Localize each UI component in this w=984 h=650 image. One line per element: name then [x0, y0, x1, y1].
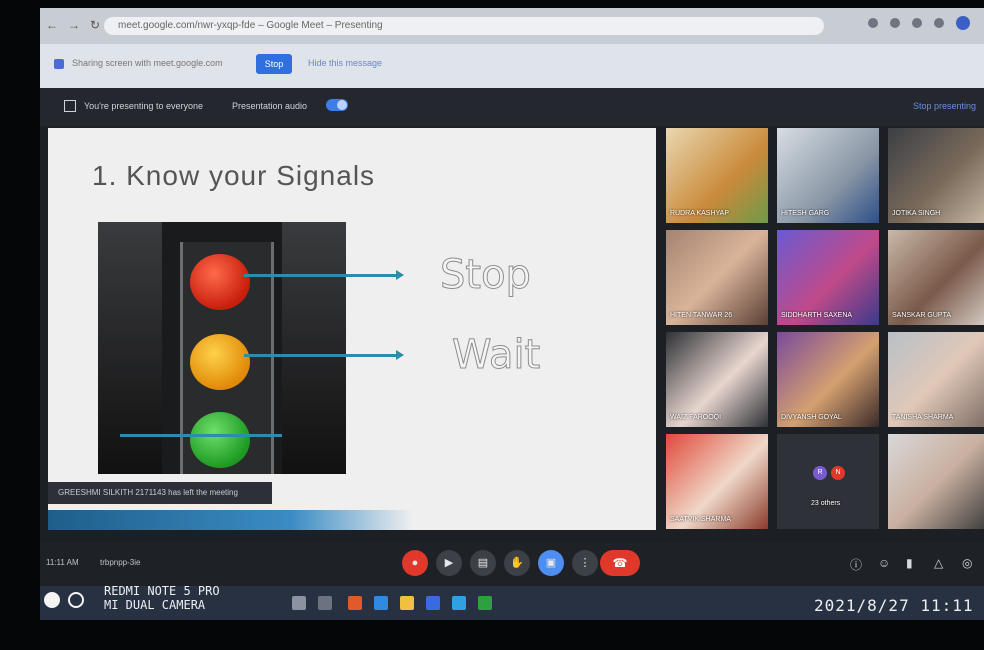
- host-controls-icon[interactable]: ◎: [962, 556, 972, 570]
- forward-icon[interactable]: →: [68, 18, 80, 32]
- hide-message-link[interactable]: Hide this message: [308, 58, 382, 68]
- photo-frame: ← → ↻ meet.google.com/nwr-yxqp-fde – Goo…: [0, 0, 984, 650]
- back-icon[interactable]: ←: [46, 18, 58, 32]
- nav-buttons: ← → ↻: [46, 18, 100, 32]
- meeting-code: trbpnpp-3ie: [100, 558, 141, 567]
- puzzle-icon[interactable]: [912, 18, 922, 28]
- participant-name: SAATVIK SHARMA: [670, 516, 731, 523]
- go-arrow: [120, 434, 282, 437]
- traffic-light-right-panel: [282, 222, 346, 474]
- participant-tile-1[interactable]: RUDRA KASHYAP: [666, 128, 768, 223]
- reload-icon[interactable]: ↻: [90, 18, 100, 32]
- stop-presenting-button[interactable]: Stop presenting: [913, 101, 976, 111]
- others-count: 23 others: [811, 500, 841, 507]
- meeting-time: 11:11 AM: [46, 558, 79, 567]
- participant-tile-2[interactable]: HITESH GARG: [777, 128, 879, 223]
- participant-tile-12[interactable]: [888, 434, 984, 529]
- presentation-audio-toggle[interactable]: [326, 99, 348, 111]
- participant-tile-9[interactable]: TANISHA SHARMA: [888, 332, 984, 427]
- participant-name: WAIZ FAROOQI: [670, 414, 722, 421]
- store-icon[interactable]: [426, 596, 440, 610]
- people-icon[interactable]: ☺: [878, 556, 890, 570]
- camera-dot-icon: [68, 592, 85, 608]
- task-view-icon[interactable]: [318, 596, 332, 610]
- participant-tile-10[interactable]: SAATVIK SHARMA: [666, 434, 768, 529]
- participant-name: HITEN TANWAR 26: [670, 312, 733, 319]
- present-button[interactable]: ▣: [538, 550, 564, 576]
- participant-name: RUDRA KASHYAP: [670, 210, 729, 217]
- participant-tile-5[interactable]: SIDDHARTH SAXENA: [777, 230, 879, 325]
- app-icon[interactable]: [348, 596, 362, 610]
- address-row: ← → ↻ meet.google.com/nwr-yxqp-fde – Goo…: [40, 8, 984, 44]
- laptop-screen: ← → ↻ meet.google.com/nwr-yxqp-fde – Goo…: [40, 8, 984, 620]
- file-explorer-icon[interactable]: [400, 596, 414, 610]
- wait-arrow: [244, 350, 404, 360]
- presentation-audio-label: Presentation audio: [232, 101, 308, 111]
- camera-mode-dots: [44, 592, 88, 613]
- camera-watermark: REDMI NOTE 5 PRO MI DUAL CAMERA: [104, 584, 220, 612]
- screen-share-infobar: Sharing screen with meet.google.com Stop…: [40, 44, 984, 88]
- presenting-bar: You're presenting to everyone Presentati…: [40, 88, 984, 126]
- participant-tile-4[interactable]: HITEN TANWAR 26: [666, 230, 768, 325]
- more-options-button[interactable]: ⋮: [572, 550, 598, 576]
- date-timestamp: 2021/8/27 11:11: [814, 596, 974, 615]
- left-meeting-toast: GREESHMI SILKITH 2171143 has left the me…: [48, 482, 272, 504]
- others-avatar: R: [813, 466, 827, 480]
- camera-button[interactable]: ▶: [436, 550, 462, 576]
- end-call-button[interactable]: ☎: [600, 550, 640, 576]
- watermark-line-2: MI DUAL CAMERA: [104, 598, 206, 612]
- yellow-light: [190, 334, 250, 390]
- stop-arrow: [244, 270, 404, 280]
- bookmark-icon[interactable]: [868, 18, 878, 28]
- meet-control-bar: 11:11 AM trbpnpp-3ie ● ▶ ▤ ✋ ▣ ⋮ ☎ ⓘ ☺ ▮…: [40, 542, 984, 586]
- chat-icon[interactable]: ▮: [906, 556, 913, 570]
- participant-tile-7[interactable]: WAIZ FAROOQI: [666, 332, 768, 427]
- others-avatar: N: [831, 466, 845, 480]
- info-icon[interactable]: ⓘ: [850, 556, 862, 573]
- participant-tile-3[interactable]: JOTIKA SINGH: [888, 128, 984, 223]
- browser-toolbar-icons: [868, 16, 970, 30]
- participant-name: TANISHA SHARMA: [892, 414, 954, 421]
- participant-tile-6[interactable]: SANSKAR GUPTA: [888, 230, 984, 325]
- camera-dot-icon: [44, 592, 60, 608]
- wait-word: Wait: [451, 332, 541, 379]
- search-icon[interactable]: [292, 596, 306, 610]
- infobar-text: Sharing screen with meet.google.com: [72, 58, 223, 68]
- share-icon: [54, 59, 64, 69]
- participant-name: JOTIKA SINGH: [892, 210, 941, 217]
- raise-hand-button[interactable]: ✋: [504, 550, 530, 576]
- excel-icon[interactable]: [478, 596, 492, 610]
- edge-icon[interactable]: [374, 596, 388, 610]
- participant-name: SANSKAR GUPTA: [892, 312, 951, 319]
- profile-avatar[interactable]: [956, 16, 970, 30]
- red-light: [190, 254, 250, 310]
- activities-icon[interactable]: △: [934, 556, 943, 570]
- participant-name: HITESH GARG: [781, 210, 830, 217]
- slide-title: 1. Know your Signals: [92, 160, 376, 191]
- others-tile[interactable]: R N 23 others: [777, 434, 879, 529]
- presenting-text: You're presenting to everyone: [84, 101, 203, 111]
- captions-button[interactable]: ▤: [470, 550, 496, 576]
- shared-slide: 1. Know your Signals Stop Wait GREESHMI …: [48, 128, 656, 530]
- address-bar[interactable]: meet.google.com/nwr-yxqp-fde – Google Me…: [104, 17, 824, 35]
- stop-sharing-button[interactable]: Stop: [256, 54, 292, 74]
- participant-name: SIDDHARTH SAXENA: [781, 312, 853, 319]
- green-light: [190, 412, 250, 468]
- present-screen-icon: [64, 100, 76, 112]
- slide-footer-band: [48, 510, 656, 530]
- mic-off-button[interactable]: ●: [402, 550, 428, 576]
- watermark-line-1: REDMI NOTE 5 PRO: [104, 584, 220, 598]
- menu-icon[interactable]: [934, 18, 944, 28]
- mail-icon[interactable]: [452, 596, 466, 610]
- browser-chrome: ← → ↻ meet.google.com/nwr-yxqp-fde – Goo…: [40, 8, 984, 88]
- participant-name: DIVYANSH GOYAL: [781, 414, 842, 421]
- participant-tile-8[interactable]: DIVYANSH GOYAL: [777, 332, 879, 427]
- stop-word: Stop: [440, 252, 532, 299]
- extension-icon[interactable]: [890, 18, 900, 28]
